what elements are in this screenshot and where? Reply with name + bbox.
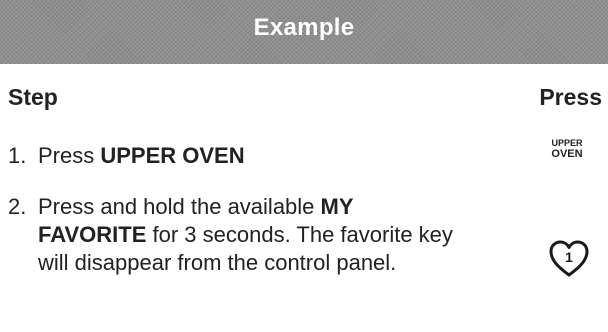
step-number: 1. — [8, 143, 27, 168]
step-text-plain: Press — [38, 143, 101, 168]
favorite-number: 1 — [565, 249, 573, 265]
upper-oven-key[interactable]: UPPER OVEN — [542, 138, 592, 160]
step-text-plain: Press and hold the available — [38, 194, 321, 219]
step-column-header: Step — [8, 84, 58, 110]
step-text: Press UPPER OVEN — [38, 142, 458, 170]
banner-title: Example — [253, 14, 355, 41]
heart-icon[interactable]: 1 — [548, 238, 590, 280]
press-column-header: Press — [539, 84, 602, 110]
step-text-bold: UPPER OVEN — [100, 143, 245, 168]
step-number: 2. — [8, 194, 27, 219]
step-text: Press and hold the available MY FAVORITE… — [38, 193, 458, 277]
upper-oven-key-line2: OVEN — [551, 148, 583, 160]
example-banner: Example — [0, 0, 608, 64]
